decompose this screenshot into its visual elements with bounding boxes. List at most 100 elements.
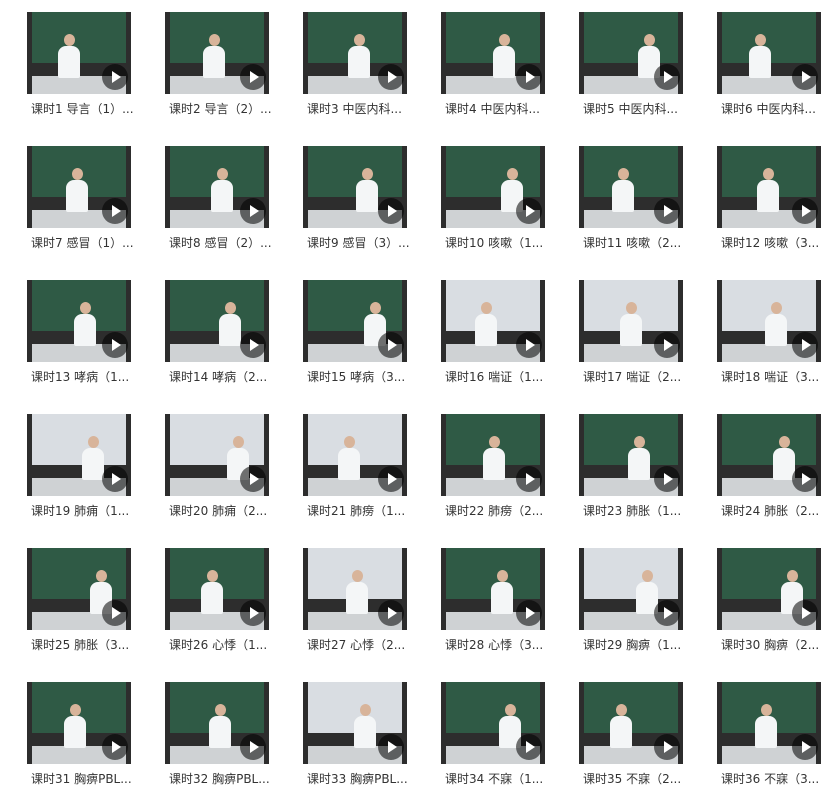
play-icon[interactable] xyxy=(654,600,680,626)
lesson-item[interactable]: 课时5 中医内科... xyxy=(579,12,709,132)
lesson-item[interactable]: 课时28 心悸（3... xyxy=(441,548,571,668)
lesson-title[interactable]: 课时19 肺痈（1... xyxy=(31,503,137,519)
lesson-thumbnail[interactable] xyxy=(27,12,131,94)
lesson-title[interactable]: 课时21 肺痨（1... xyxy=(307,503,413,519)
lesson-item[interactable]: 课时11 咳嗽（2... xyxy=(579,146,709,266)
lesson-item[interactable]: 课时32 胸痹PBL... xyxy=(165,682,295,802)
lesson-title[interactable]: 课时3 中医内科... xyxy=(307,101,413,117)
lesson-thumbnail[interactable] xyxy=(27,280,131,362)
play-icon[interactable] xyxy=(240,198,266,224)
play-icon[interactable] xyxy=(378,734,404,760)
lesson-title[interactable]: 课时2 导言（2）... xyxy=(169,101,275,117)
lesson-thumbnail[interactable] xyxy=(303,548,407,630)
lesson-item[interactable]: 课时24 肺胀（2... xyxy=(717,414,835,534)
lesson-title[interactable]: 课时6 中医内科... xyxy=(721,101,827,117)
lesson-title[interactable]: 课时27 心悸（2... xyxy=(307,637,413,653)
lesson-item[interactable]: 课时34 不寐（1... xyxy=(441,682,571,802)
lesson-title[interactable]: 课时23 肺胀（1... xyxy=(583,503,689,519)
lesson-item[interactable]: 课时21 肺痨（1... xyxy=(303,414,433,534)
lesson-thumbnail[interactable] xyxy=(717,682,821,764)
lesson-item[interactable]: 课时1 导言（1）... xyxy=(27,12,157,132)
lesson-item[interactable]: 课时25 肺胀（3... xyxy=(27,548,157,668)
play-icon[interactable] xyxy=(792,198,818,224)
lesson-item[interactable]: 课时30 胸痹（2... xyxy=(717,548,835,668)
play-icon[interactable] xyxy=(654,64,680,90)
play-icon[interactable] xyxy=(378,466,404,492)
lesson-item[interactable]: 课时35 不寐（2... xyxy=(579,682,709,802)
play-icon[interactable] xyxy=(654,466,680,492)
lesson-title[interactable]: 课时26 心悸（1... xyxy=(169,637,275,653)
play-icon[interactable] xyxy=(102,734,128,760)
lesson-thumbnail[interactable] xyxy=(165,280,269,362)
lesson-title[interactable]: 课时16 喘证（1... xyxy=(445,369,551,385)
lesson-thumbnail[interactable] xyxy=(303,682,407,764)
lesson-thumbnail[interactable] xyxy=(441,146,545,228)
play-icon[interactable] xyxy=(516,600,542,626)
lesson-item[interactable]: 课时22 肺痨（2... xyxy=(441,414,571,534)
play-icon[interactable] xyxy=(654,332,680,358)
lesson-title[interactable]: 课时1 导言（1）... xyxy=(31,101,137,117)
lesson-thumbnail[interactable] xyxy=(27,146,131,228)
play-icon[interactable] xyxy=(240,734,266,760)
lesson-thumbnail[interactable] xyxy=(27,682,131,764)
play-icon[interactable] xyxy=(378,64,404,90)
lesson-item[interactable]: 课时27 心悸（2... xyxy=(303,548,433,668)
lesson-title[interactable]: 课时32 胸痹PBL... xyxy=(169,771,275,787)
lesson-thumbnail[interactable] xyxy=(165,146,269,228)
lesson-title[interactable]: 课时30 胸痹（2... xyxy=(721,637,827,653)
lesson-title[interactable]: 课时14 哮病（2... xyxy=(169,369,275,385)
lesson-title[interactable]: 课时18 喘证（3... xyxy=(721,369,827,385)
play-icon[interactable] xyxy=(378,600,404,626)
lesson-title[interactable]: 课时34 不寐（1... xyxy=(445,771,551,787)
play-icon[interactable] xyxy=(516,198,542,224)
lesson-item[interactable]: 课时36 不寐（3... xyxy=(717,682,835,802)
lesson-thumbnail[interactable] xyxy=(27,548,131,630)
play-icon[interactable] xyxy=(240,64,266,90)
lesson-thumbnail[interactable] xyxy=(717,280,821,362)
lesson-thumbnail[interactable] xyxy=(717,548,821,630)
lesson-item[interactable]: 课时8 感冒（2）... xyxy=(165,146,295,266)
lesson-item[interactable]: 课时26 心悸（1... xyxy=(165,548,295,668)
lesson-item[interactable]: 课时3 中医内科... xyxy=(303,12,433,132)
lesson-title[interactable]: 课时15 哮病（3... xyxy=(307,369,413,385)
lesson-title[interactable]: 课时7 感冒（1）... xyxy=(31,235,137,251)
lesson-thumbnail[interactable] xyxy=(303,12,407,94)
lesson-item[interactable]: 课时6 中医内科... xyxy=(717,12,835,132)
lesson-thumbnail[interactable] xyxy=(303,414,407,496)
lesson-thumbnail[interactable] xyxy=(579,12,683,94)
play-icon[interactable] xyxy=(792,600,818,626)
lesson-item[interactable]: 课时7 感冒（1）... xyxy=(27,146,157,266)
lesson-thumbnail[interactable] xyxy=(303,280,407,362)
lesson-item[interactable]: 课时20 肺痈（2... xyxy=(165,414,295,534)
play-icon[interactable] xyxy=(792,466,818,492)
lesson-thumbnail[interactable] xyxy=(579,414,683,496)
lesson-thumbnail[interactable] xyxy=(27,414,131,496)
play-icon[interactable] xyxy=(516,734,542,760)
lesson-title[interactable]: 课时10 咳嗽（1... xyxy=(445,235,551,251)
play-icon[interactable] xyxy=(792,332,818,358)
play-icon[interactable] xyxy=(240,600,266,626)
play-icon[interactable] xyxy=(378,332,404,358)
lesson-title[interactable]: 课时35 不寐（2... xyxy=(583,771,689,787)
lesson-item[interactable]: 课时17 喘证（2... xyxy=(579,280,709,400)
lesson-title[interactable]: 课时8 感冒（2）... xyxy=(169,235,275,251)
play-icon[interactable] xyxy=(240,332,266,358)
lesson-thumbnail[interactable] xyxy=(165,12,269,94)
lesson-item[interactable]: 课时31 胸痹PBL... xyxy=(27,682,157,802)
play-icon[interactable] xyxy=(654,198,680,224)
lesson-thumbnail[interactable] xyxy=(579,280,683,362)
lesson-title[interactable]: 课时5 中医内科... xyxy=(583,101,689,117)
lesson-item[interactable]: 课时13 哮病（1... xyxy=(27,280,157,400)
play-icon[interactable] xyxy=(792,64,818,90)
play-icon[interactable] xyxy=(378,198,404,224)
lesson-thumbnail[interactable] xyxy=(165,682,269,764)
play-icon[interactable] xyxy=(792,734,818,760)
lesson-title[interactable]: 课时31 胸痹PBL... xyxy=(31,771,137,787)
play-icon[interactable] xyxy=(102,64,128,90)
lesson-thumbnail[interactable] xyxy=(717,414,821,496)
play-icon[interactable] xyxy=(240,466,266,492)
lesson-thumbnail[interactable] xyxy=(303,146,407,228)
lesson-item[interactable]: 课时4 中医内科... xyxy=(441,12,571,132)
lesson-title[interactable]: 课时33 胸痹PBL... xyxy=(307,771,413,787)
play-icon[interactable] xyxy=(516,64,542,90)
